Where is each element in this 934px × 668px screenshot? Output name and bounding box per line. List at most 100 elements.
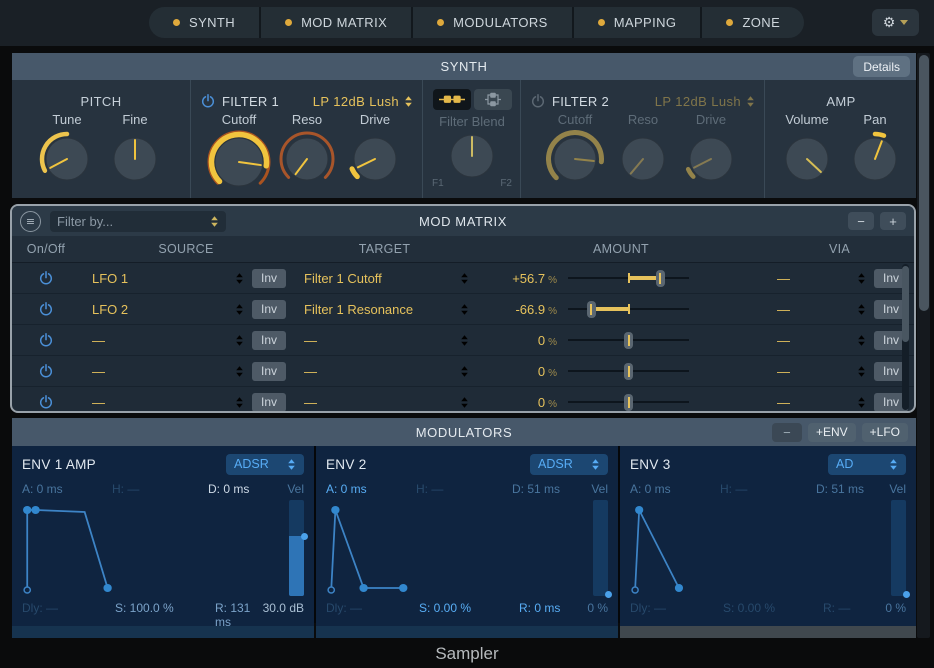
env2-hold[interactable]: H: — — [416, 482, 512, 496]
filter2-power-toggle[interactable] — [531, 94, 545, 108]
target-updown-icon[interactable] — [460, 303, 469, 316]
row-power-toggle[interactable] — [39, 271, 53, 285]
env2-delay[interactable]: Dly: — — [326, 601, 419, 615]
amount-value[interactable]: -66.9 — [515, 302, 545, 317]
matrix-scrollbar-thumb[interactable] — [902, 266, 909, 342]
source-invert-button[interactable]: Inv — [252, 362, 286, 381]
filter-routing-series-button[interactable] — [433, 89, 471, 110]
filter2-drive-knob[interactable] — [682, 130, 740, 188]
amount-slider[interactable] — [568, 356, 689, 386]
window-scrollbar[interactable] — [917, 53, 930, 638]
filter1-power-toggle[interactable] — [201, 94, 215, 108]
target-select-value[interactable]: — — [304, 333, 317, 348]
row-power-toggle[interactable] — [39, 302, 53, 316]
source-invert-button[interactable]: Inv — [252, 269, 286, 288]
via-updown-icon[interactable] — [857, 334, 866, 347]
env1-depth[interactable]: 30.0 dB — [263, 601, 304, 629]
env1-vel-slider[interactable] — [289, 500, 304, 596]
env3-delay[interactable]: Dly: — — [630, 601, 723, 615]
add-lfo-button[interactable]: +LFO — [862, 423, 908, 442]
via-select-value[interactable]: — — [777, 333, 790, 348]
target-updown-icon[interactable] — [460, 272, 469, 285]
row-power-toggle[interactable] — [39, 395, 53, 409]
source-invert-button[interactable]: Inv — [252, 300, 286, 319]
target-select-value[interactable]: Filter 1 Cutoff — [304, 271, 382, 286]
env2-envelope-graph[interactable] — [326, 500, 587, 596]
source-select-value[interactable]: — — [92, 333, 105, 348]
filter1-type-select[interactable]: LP 12dB Lush — [313, 94, 413, 109]
via-select-value[interactable]: — — [777, 364, 790, 379]
env2-release[interactable]: R: 0 ms — [519, 601, 587, 615]
target-select-value[interactable]: — — [304, 364, 317, 379]
env1-envelope-graph[interactable] — [22, 500, 283, 596]
row-power-toggle[interactable] — [39, 364, 53, 378]
details-button[interactable]: Details — [853, 56, 910, 77]
amount-value[interactable]: 0 — [538, 364, 545, 379]
filter2-reso-knob[interactable] — [614, 130, 672, 188]
vel-slider-handle[interactable] — [605, 591, 612, 598]
amount-slider[interactable] — [568, 387, 689, 413]
via-updown-icon[interactable] — [857, 272, 866, 285]
source-updown-icon[interactable] — [235, 334, 244, 347]
filter-routing-parallel-button[interactable] — [474, 89, 512, 110]
env2-depth[interactable]: 0 % — [587, 601, 608, 615]
amount-slider[interactable] — [568, 325, 689, 355]
env1-delay[interactable]: Dly: — — [22, 601, 115, 629]
target-updown-icon[interactable] — [460, 334, 469, 347]
tab-synth[interactable]: SYNTH — [149, 7, 261, 38]
via-updown-icon[interactable] — [857, 303, 866, 316]
via-select-value[interactable]: — — [777, 302, 790, 317]
filter1-cutoff-knob[interactable] — [207, 130, 271, 194]
source-updown-icon[interactable] — [235, 303, 244, 316]
via-select-value[interactable]: — — [777, 271, 790, 286]
amount-value[interactable]: 0 — [538, 395, 545, 410]
source-updown-icon[interactable] — [235, 396, 244, 409]
via-select-value[interactable]: — — [777, 395, 790, 410]
tune-knob[interactable] — [38, 130, 96, 188]
source-invert-button[interactable]: Inv — [252, 393, 286, 412]
amount-slider[interactable] — [568, 263, 689, 293]
matrix-scrollbar[interactable] — [902, 264, 909, 410]
settings-menu-button[interactable]: ⚙ — [872, 9, 919, 36]
env3-decay[interactable]: D: 51 ms — [816, 482, 889, 496]
env3-sustain[interactable]: S: 0.00 % — [723, 601, 823, 615]
filter-by-select[interactable]: Filter by... — [50, 211, 226, 232]
env1-decay[interactable]: D: 0 ms — [208, 482, 287, 496]
source-updown-icon[interactable] — [235, 272, 244, 285]
env1-release[interactable]: R: 131 ms — [215, 601, 263, 629]
source-select-value[interactable]: — — [92, 364, 105, 379]
vel-slider-handle[interactable] — [903, 591, 910, 598]
volume-knob[interactable] — [778, 130, 836, 188]
target-updown-icon[interactable] — [460, 396, 469, 409]
source-invert-button[interactable]: Inv — [252, 331, 286, 350]
env3-envelope-graph[interactable] — [630, 500, 885, 596]
env3-depth[interactable]: 0 % — [885, 601, 906, 615]
env3-attack[interactable]: A: 0 ms — [630, 482, 720, 496]
env3-vel-slider[interactable] — [891, 500, 906, 596]
filter2-cutoff-knob[interactable] — [546, 130, 604, 188]
remove-modulator-button[interactable]: − — [772, 423, 802, 442]
filter1-reso-knob[interactable] — [278, 130, 336, 188]
amount-slider[interactable] — [568, 294, 689, 324]
via-updown-icon[interactable] — [857, 396, 866, 409]
via-updown-icon[interactable] — [857, 365, 866, 378]
env3-mode-select[interactable]: AD — [828, 454, 906, 475]
tab-mapping[interactable]: MAPPING — [574, 7, 703, 38]
filter-blend-knob[interactable] — [443, 127, 501, 185]
env2-decay[interactable]: D: 51 ms — [512, 482, 591, 496]
env1-sustain[interactable]: S: 100.0 % — [115, 601, 215, 629]
window-scrollbar-thumb[interactable] — [919, 55, 929, 311]
amount-value[interactable]: 0 — [538, 333, 545, 348]
tab-modulators[interactable]: MODULATORS — [413, 7, 574, 38]
env3-release[interactable]: R: — — [823, 601, 885, 615]
tab-zone[interactable]: ZONE — [702, 7, 804, 38]
fine-knob[interactable] — [106, 130, 164, 188]
target-select-value[interactable]: Filter 1 Resonance — [304, 302, 413, 317]
amount-value[interactable]: +56.7 — [512, 271, 545, 286]
source-select-value[interactable]: LFO 2 — [92, 302, 128, 317]
env1-mode-select[interactable]: ADSR — [226, 454, 304, 475]
env2-mode-select[interactable]: ADSR — [530, 454, 608, 475]
source-updown-icon[interactable] — [235, 365, 244, 378]
source-select-value[interactable]: LFO 1 — [92, 271, 128, 286]
add-row-button[interactable]: + — [880, 212, 906, 230]
